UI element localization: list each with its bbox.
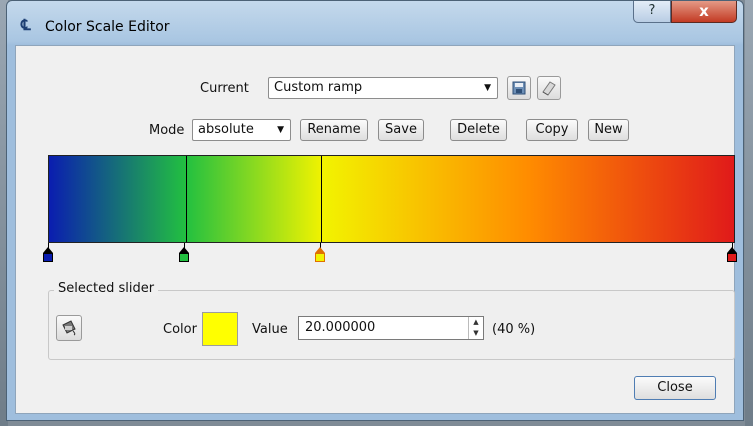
spin-arrows-icon[interactable]: ▲ ▼	[468, 317, 483, 339]
value-text: 20.000000	[305, 320, 376, 335]
titlebar: ℄ Color Scale Editor ? x	[7, 1, 743, 45]
rename-button[interactable]: Rename	[300, 119, 368, 141]
color-scale-editor-window: ℄ Color Scale Editor ? x Current Custom …	[6, 0, 744, 421]
dialog-body: Current Custom ramp ▼ Mode absolute ▼ Re…	[15, 45, 737, 414]
chevron-down-icon: ▼	[484, 83, 491, 93]
delete-button[interactable]: Delete	[450, 119, 507, 141]
window-title: Color Scale Editor	[45, 19, 170, 35]
current-label: Current	[200, 81, 249, 96]
ramp-stop-line-yellow	[321, 156, 322, 242]
copy-button[interactable]: Copy	[526, 119, 578, 141]
color-ramp-preview[interactable]	[48, 155, 735, 243]
value-spinbox[interactable]: 20.000000 ▲ ▼	[298, 316, 484, 340]
selected-slider-title: Selected slider	[54, 281, 159, 296]
color-picker-button[interactable]	[56, 315, 82, 341]
current-ramp-value: Custom ramp	[274, 80, 363, 95]
floppy-disk-icon	[512, 81, 526, 95]
save-ramp-icon-button[interactable]	[507, 76, 531, 100]
desktop-background-right	[745, 0, 753, 426]
ramp-stop-line-green	[186, 156, 187, 242]
app-icon: ℄	[21, 16, 31, 34]
color-label: Color	[163, 322, 197, 337]
window-close-button[interactable]: x	[671, 1, 737, 23]
mode-select[interactable]: absolute ▼	[192, 119, 291, 141]
percent-readout: (40 %)	[492, 322, 536, 337]
current-ramp-select[interactable]: Custom ramp ▼	[268, 77, 498, 99]
value-label: Value	[252, 322, 288, 337]
chevron-down-icon: ▼	[277, 125, 284, 135]
mode-label: Mode	[149, 123, 185, 138]
new-button[interactable]: New	[588, 119, 629, 141]
save-button[interactable]: Save	[378, 119, 424, 141]
mode-value: absolute	[198, 122, 254, 137]
edit-ramp-icon-button[interactable]	[537, 76, 561, 100]
selected-color-swatch[interactable]	[202, 312, 238, 346]
eraser-icon	[542, 81, 556, 96]
close-button[interactable]: Close	[634, 376, 716, 400]
help-button[interactable]: ?	[633, 1, 671, 23]
paint-bucket-icon	[62, 320, 76, 336]
